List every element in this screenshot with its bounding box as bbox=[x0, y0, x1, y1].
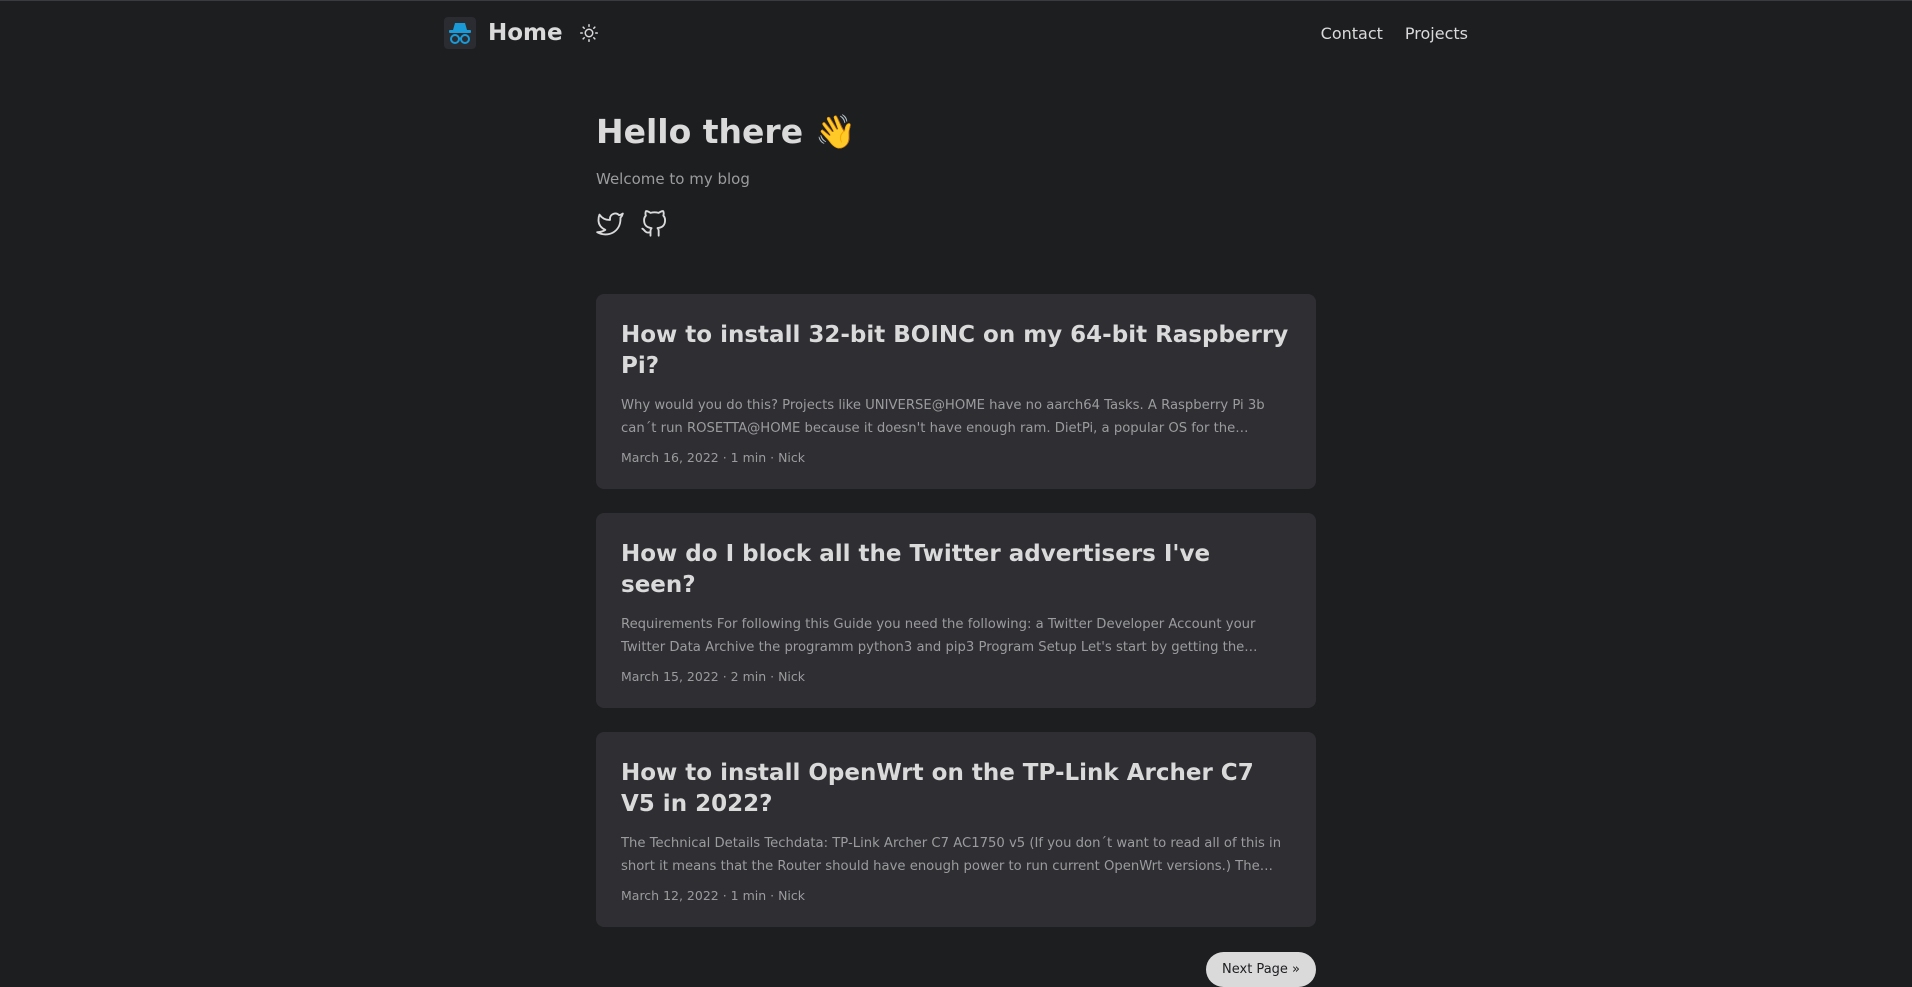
post-summary: The Technical Details Techdata: TP-Link … bbox=[621, 835, 1282, 874]
main-content: Hello there 👋 Welcome to my blog How to … bbox=[596, 66, 1316, 987]
sun-icon bbox=[579, 24, 598, 42]
nav-projects[interactable]: Projects bbox=[1405, 24, 1468, 43]
pagination: Next Page » bbox=[596, 951, 1316, 987]
page-title: Hello there 👋 bbox=[596, 112, 1316, 152]
github-icon bbox=[641, 209, 667, 237]
post-card[interactable]: How do I block all the Twitter advertise… bbox=[596, 512, 1316, 708]
home-link[interactable]: Home bbox=[488, 20, 563, 46]
post-card[interactable]: How to install 32-bit BOINC on my 64-bit… bbox=[596, 293, 1316, 489]
brand: Home bbox=[444, 17, 601, 49]
twitter-link[interactable] bbox=[596, 210, 624, 238]
social-links bbox=[596, 209, 1316, 238]
next-page-button[interactable]: Next Page » bbox=[1206, 951, 1316, 987]
incognito-icon bbox=[449, 23, 471, 44]
site-logo[interactable] bbox=[444, 17, 476, 49]
post-card[interactable]: How to install OpenWrt on the TP-Link Ar… bbox=[596, 731, 1316, 927]
hero-section: Hello there 👋 Welcome to my blog bbox=[596, 66, 1316, 238]
post-meta: March 12, 2022 · 1 min · Nick bbox=[621, 887, 806, 903]
post-meta: March 15, 2022 · 2 min · Nick bbox=[621, 668, 806, 684]
post-title: How to install 32-bit BOINC on my 64-bit… bbox=[621, 321, 1289, 379]
theme-toggle-button[interactable] bbox=[577, 21, 601, 45]
github-link[interactable] bbox=[640, 209, 668, 238]
site-header: Home Contact Projects bbox=[444, 0, 1468, 66]
twitter-icon bbox=[596, 212, 624, 235]
main-nav: Contact Projects bbox=[1321, 24, 1468, 43]
post-meta: March 16, 2022 · 1 min · Nick bbox=[621, 449, 806, 465]
nav-contact[interactable]: Contact bbox=[1321, 24, 1383, 43]
post-summary: Requirements For following this Guide yo… bbox=[621, 616, 1256, 655]
post-title: How to install OpenWrt on the TP-Link Ar… bbox=[621, 759, 1254, 817]
post-summary: Why would you do this? Projects like UNI… bbox=[621, 397, 1265, 436]
post-list: How to install 32-bit BOINC on my 64-bit… bbox=[596, 293, 1316, 927]
waving-hand-icon: 👋 bbox=[815, 112, 857, 151]
hero-title-text: Hello there bbox=[596, 112, 804, 151]
hero-subtitle: Welcome to my blog bbox=[596, 169, 750, 188]
post-title: How do I block all the Twitter advertise… bbox=[621, 540, 1211, 598]
